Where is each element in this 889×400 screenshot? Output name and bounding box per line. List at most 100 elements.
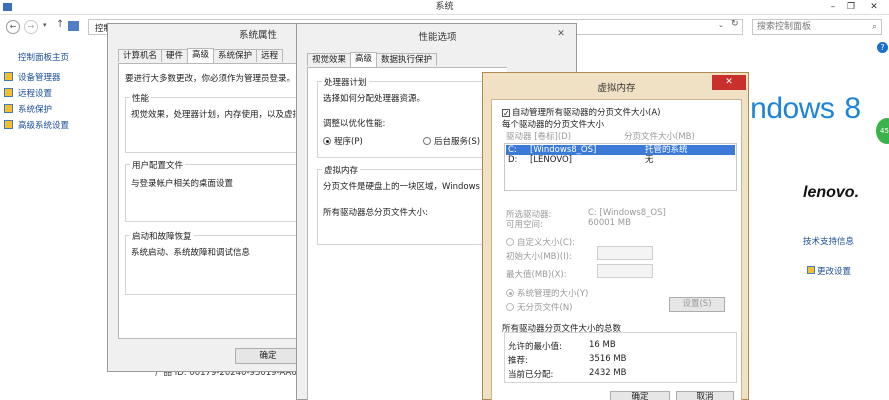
drive-letter: C: [508,145,517,155]
radio-icon [323,137,331,145]
performance-label: 性能 [130,92,152,104]
min-allowed-value: 16 MB [589,340,616,350]
selected-drive-value: C: [Windows8_OS] [588,208,666,218]
max-size-input[interactable] [597,264,653,278]
control-panel-icon [68,21,79,31]
system-managed-label: 系统管理的大小(Y) [517,289,589,299]
drive-label: [Windows8_OS] [530,145,597,155]
programs-label: 程序(P) [334,137,363,147]
virtual-memory-dialog: 虚拟内存 ✕ ✓ 自动管理所有驱动器的分页文件大小(A) 每个驱动器的分页文件大小… [482,72,749,400]
search-icon[interactable]: ⌕ [872,20,877,34]
auto-manage-label: 自动管理所有驱动器的分页文件大小(A) [512,108,661,118]
sidebar-item-label: 高级系统设置 [18,121,70,131]
minimize-button[interactable]: – [825,0,841,14]
shield-icon [4,88,13,97]
custom-size-radio[interactable]: 自定义大小(C): [506,236,575,248]
initial-size-label: 初始大小(MB)(I): [506,252,572,262]
sidebar-item-device-manager[interactable]: 设备管理器 [4,71,104,87]
drive-size: 托管的系统 [645,145,688,155]
performance-options-tabs: 视觉效果 高级 数据执行保护 [307,52,438,67]
tab-visual-effects[interactable]: 视觉效果 [307,53,352,66]
tab-system-protection[interactable]: 系统保护 [213,49,258,62]
no-paging-label: 无分页文件(N) [517,303,573,313]
col-drive-header: 驱动器 [卷标](D) [506,132,572,142]
main-titlebar: 系统 – ❐ ✕ [0,0,889,15]
score-badge-text: 45 [880,127,889,135]
drive-row[interactable]: D: [LENOVO] 无 [506,155,735,165]
background-services-radio[interactable]: 后台服务(S) [423,135,480,147]
windows-version: 8 [844,92,861,125]
performance-options-panel: 处理器计划 选择如何分配处理器资源。 调整以优化性能: 程序(P) 后台服务(S… [307,67,507,400]
tab-remote[interactable]: 远程 [256,49,284,62]
virtual-memory-group: 虚拟内存 分页文件是硬盘上的一块区域，Windows 当作 所有驱动器总分页文件… [317,164,507,245]
tab-hardware[interactable]: 硬件 [161,49,189,62]
col-size-header: 分页文件大小(MB) [624,132,695,142]
drive-list[interactable]: C: [Windows8_OS] 托管的系统 D: [LENOVO] 无 [504,143,737,191]
ok-button[interactable]: 确定 [235,348,301,364]
virtual-memory-desc: 分页文件是硬盘上的一块区域，Windows 当作 [323,182,500,192]
drive-label: [LENOVO] [530,155,572,165]
window-title: 系统 [435,2,454,12]
support-info-link[interactable]: 技术支持信息 [803,235,854,247]
drive-row-selected[interactable]: C: [Windows8_OS] 托管的系统 [506,145,735,155]
startup-recovery-group: 启动和故障恢复 系统启动、系统故障和调试信息 [125,230,310,295]
tab-advanced[interactable]: 高级 [350,52,378,67]
tab-dep[interactable]: 数据执行保护 [376,53,438,66]
performance-desc: 视觉效果，处理器计划，内存使用，以及虚拟内 [131,110,310,120]
tab-computer-name[interactable]: 计算机名 [118,49,163,62]
recommended-value: 3516 MB [589,354,627,364]
system-managed-radio[interactable]: 系统管理的大小(Y) [506,287,588,299]
maximize-button[interactable]: ❐ [843,0,859,14]
auto-manage-checkbox[interactable]: ✓ 自动管理所有驱动器的分页文件大小(A) [502,106,660,118]
programs-radio[interactable]: 程序(P) [323,135,363,147]
address-dropdown-icon[interactable]: ⌄ [718,21,724,29]
radio-icon [423,137,431,145]
free-space-value: 60001 MB [588,218,631,228]
system-properties-tabs: 计算机名 硬件 高级 系统保护 远程 [118,48,318,63]
radio-icon [506,303,514,311]
shield-icon [4,72,13,81]
admin-note: 要进行大多数更改，你必须作为管理员登录。 [125,74,296,84]
recent-chevron-icon[interactable]: ▾ [43,21,47,29]
tab-advanced[interactable]: 高级 [187,48,215,63]
system-properties-dialog: 系统属性 计算机名 硬件 高级 系统保护 远程 要进行大多数更改，你必须作为管理员登录。… [107,23,310,372]
up-arrow-icon[interactable]: ↑ [56,19,64,30]
startup-recovery-desc: 系统启动、系统故障和调试信息 [131,248,251,258]
vm-cancel-button[interactable]: 取消 [676,391,734,400]
lenovo-logo: lenovo. [803,184,860,201]
current-allocated-value: 2432 MB [589,368,627,378]
shield-icon [4,104,13,113]
drive-letter: D: [508,155,518,165]
vm-ok-button[interactable]: 确定 [610,391,670,400]
radio-icon [506,238,514,246]
processor-desc: 选择如何分配处理器资源。 [323,94,426,104]
performance-close-button[interactable]: ✕ [552,27,570,41]
refresh-icon[interactable]: ↻ [731,19,739,29]
drive-size: 无 [645,155,654,165]
user-profile-label: 用户配置文件 [130,159,186,171]
sidebar-item-label: 远程设置 [18,89,53,99]
recommended-label: 推荐: [508,356,528,366]
score-badge: 45 [876,118,889,144]
close-button[interactable]: ✕ [866,0,882,14]
no-paging-radio[interactable]: 无分页文件(N) [506,301,573,313]
max-size-label: 最大值(MB)(X): [506,270,567,280]
user-profile-group: 用户配置文件 与登录帐户相关的桌面设置 [125,159,310,222]
shield-icon [4,120,13,129]
sidebar-home-link[interactable]: 控制面板主页 [18,51,69,63]
sidebar: 设备管理器 远程设置 系统保护 高级系统设置 [4,71,104,131]
forward-button[interactable]: → [24,20,38,34]
vm-close-button[interactable]: ✕ [712,75,746,90]
windows-logo: indows 8 [744,92,861,126]
windows-logo-text: indows [744,92,835,125]
sidebar-item-label: 系统保护 [18,105,53,115]
initial-size-input[interactable] [597,246,653,260]
help-icon[interactable]: ? [877,42,888,53]
change-settings-label: 更改设置 [817,267,852,277]
background-services-label: 后台服务(S) [434,137,481,147]
set-button[interactable]: 设置(S) [669,297,725,312]
system-properties-panel: 要进行大多数更改，你必须作为管理员登录。 性能 视觉效果，处理器计划，内存使用，… [118,63,310,339]
checkmark-icon: ✓ [502,109,510,118]
back-button[interactable]: ← [6,20,20,34]
search-input[interactable]: 搜索控制面板 ⌕ [752,19,882,35]
